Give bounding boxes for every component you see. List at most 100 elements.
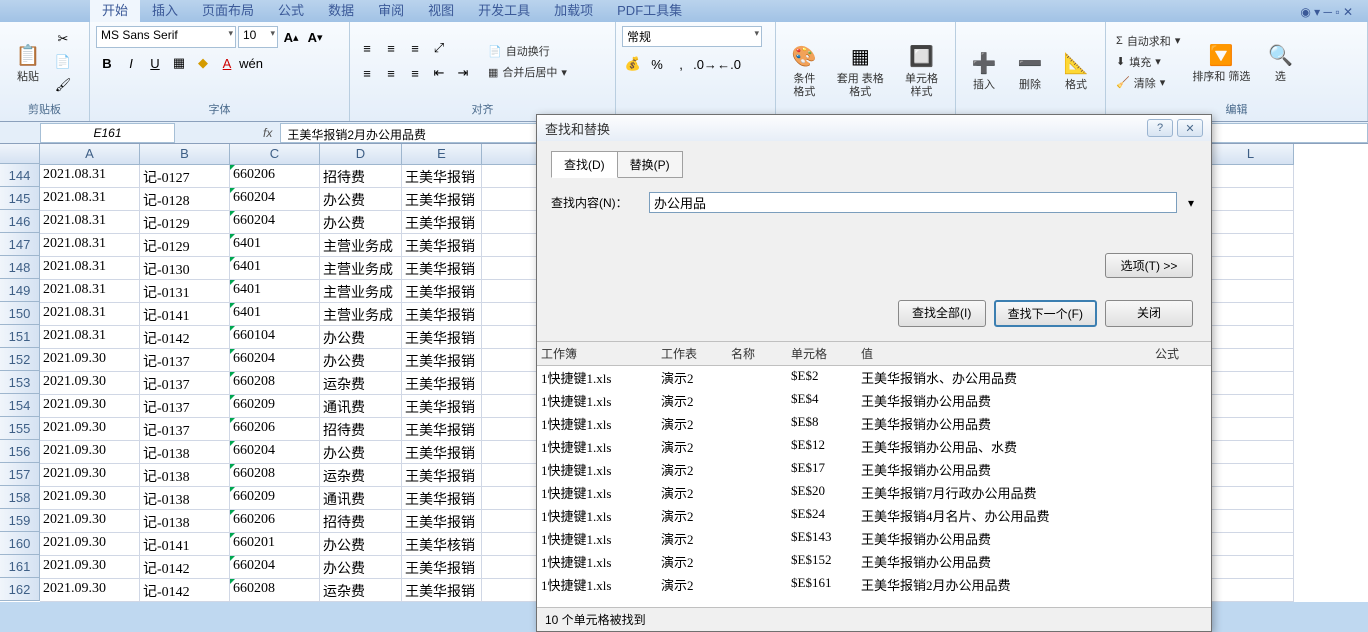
copy-button[interactable]: 📄	[52, 51, 74, 73]
cell[interactable]: 王美华报销	[402, 579, 482, 602]
find-all-button[interactable]: 查找全部(I)	[898, 300, 986, 327]
result-row[interactable]: 1快捷键1.xls演示2$E$4王美华报销办公用品费	[537, 389, 1211, 412]
tab-视图[interactable]: 视图	[416, 0, 466, 22]
cell[interactable]: 招待费	[320, 418, 402, 441]
cell[interactable]: 2021.09.30	[40, 441, 140, 464]
cell[interactable]: 660204	[230, 188, 320, 211]
find-next-button[interactable]: 查找下一个(F)	[994, 300, 1097, 327]
cell[interactable]: 记-0137	[140, 349, 230, 372]
cell[interactable]	[1208, 533, 1294, 556]
tab-数据[interactable]: 数据	[316, 0, 366, 22]
cell[interactable]: 2021.09.30	[40, 372, 140, 395]
cell[interactable]: 660204	[230, 211, 320, 234]
cell[interactable]: 660208	[230, 579, 320, 602]
cell[interactable]: 王美华报销	[402, 487, 482, 510]
cell[interactable]: 办公费	[320, 211, 402, 234]
align-left-button[interactable]: ≡	[356, 62, 378, 84]
cell[interactable]	[1208, 418, 1294, 441]
cell[interactable]: 6401	[230, 234, 320, 257]
cell[interactable]: 2021.09.30	[40, 349, 140, 372]
row-header[interactable]: 160	[0, 532, 40, 555]
cell[interactable]: 记-0142	[140, 556, 230, 579]
cell[interactable]: 660208	[230, 372, 320, 395]
name-box[interactable]: E161	[40, 123, 175, 143]
underline-button[interactable]: U	[144, 52, 166, 74]
cell[interactable]	[1208, 257, 1294, 280]
dialog-titlebar[interactable]: 查找和替换 ? ✕	[537, 115, 1211, 141]
cell[interactable]: 王美华报销	[402, 303, 482, 326]
cell[interactable]: 运杂费	[320, 372, 402, 395]
col-name[interactable]: 名称	[727, 345, 787, 362]
row-header[interactable]: 145	[0, 187, 40, 210]
cell[interactable]: 王美华报销	[402, 211, 482, 234]
tab-公式[interactable]: 公式	[266, 0, 316, 22]
cell-style-button[interactable]: 🔲单元格 样式	[894, 39, 949, 101]
cell[interactable]: 办公费	[320, 326, 402, 349]
orientation-button[interactable]: ⤢	[428, 37, 450, 59]
cell[interactable]: 2021.08.31	[40, 280, 140, 303]
cell[interactable]: 王美华报销	[402, 510, 482, 533]
result-row[interactable]: 1快捷键1.xls演示2$E$152王美华报销办公用品费	[537, 550, 1211, 573]
decrease-decimal-button[interactable]: ←.0	[718, 53, 740, 75]
cell[interactable]: 王美华报销	[402, 441, 482, 464]
fill-button[interactable]: ⬇ 填充 ▾	[1112, 52, 1184, 72]
row-header[interactable]: 162	[0, 578, 40, 601]
cell[interactable]	[1208, 303, 1294, 326]
cell[interactable]: 2021.09.30	[40, 510, 140, 533]
cell[interactable]: 办公费	[320, 556, 402, 579]
cell[interactable]: 王美华报销	[402, 326, 482, 349]
cell[interactable]: 通讯费	[320, 395, 402, 418]
cell[interactable]: 660206	[230, 510, 320, 533]
row-header[interactable]: 156	[0, 440, 40, 463]
col-header-C[interactable]: C	[230, 144, 320, 165]
row-header[interactable]: 147	[0, 233, 40, 256]
close-icon[interactable]: ✕	[1177, 119, 1203, 137]
clear-button[interactable]: 🧹 清除 ▾	[1112, 73, 1184, 93]
cell[interactable]: 660209	[230, 487, 320, 510]
result-row[interactable]: 1快捷键1.xls演示2$E$12王美华报销办公用品、水费	[537, 435, 1211, 458]
grow-font-button[interactable]: A▴	[280, 26, 302, 48]
help-button[interactable]: ?	[1147, 119, 1173, 137]
close-button[interactable]: 关闭	[1105, 300, 1193, 327]
cell[interactable]: 办公费	[320, 349, 402, 372]
decrease-indent-button[interactable]: ⇤	[428, 62, 450, 84]
cell[interactable]: 王美华报销	[402, 556, 482, 579]
row-header[interactable]: 155	[0, 417, 40, 440]
cell[interactable]: 办公费	[320, 188, 402, 211]
cell[interactable]: 660208	[230, 464, 320, 487]
cell[interactable]	[1208, 326, 1294, 349]
cell[interactable]: 招待费	[320, 510, 402, 533]
row-header[interactable]: 158	[0, 486, 40, 509]
sort-filter-button[interactable]: 🔽排序和 筛选	[1186, 37, 1256, 86]
col-cell[interactable]: 单元格	[787, 345, 857, 362]
cell[interactable]: 记-0141	[140, 533, 230, 556]
result-row[interactable]: 1快捷键1.xls演示2$E$143王美华报销办公用品费	[537, 527, 1211, 550]
row-header[interactable]: 154	[0, 394, 40, 417]
delete-cells-button[interactable]: ➖删除	[1008, 45, 1052, 94]
cell[interactable]: 主营业务成	[320, 303, 402, 326]
cell[interactable]: 记-0138	[140, 441, 230, 464]
cell[interactable]	[1208, 395, 1294, 418]
cell[interactable]: 2021.09.30	[40, 579, 140, 602]
cell[interactable]: 2021.09.30	[40, 395, 140, 418]
cell[interactable]: 王美华报销	[402, 395, 482, 418]
align-bottom-button[interactable]: ≡	[404, 37, 426, 59]
tab-开发工具[interactable]: 开发工具	[466, 0, 542, 22]
shrink-font-button[interactable]: A▾	[304, 26, 326, 48]
cell[interactable]: 记-0138	[140, 487, 230, 510]
result-row[interactable]: 1快捷键1.xls演示2$E$161王美华报销2月办公用品费	[537, 573, 1211, 596]
result-row[interactable]: 1快捷键1.xls演示2$E$2王美华报销水、办公用品费	[537, 366, 1211, 389]
cell[interactable]: 王美华报销	[402, 464, 482, 487]
format-painter-button[interactable]: 🖌	[52, 74, 74, 96]
align-middle-button[interactable]: ≡	[380, 37, 402, 59]
cell[interactable]: 王美华报销	[402, 418, 482, 441]
conditional-format-button[interactable]: 🎨条件格式	[782, 39, 827, 101]
cell[interactable]: 记-0142	[140, 579, 230, 602]
align-right-button[interactable]: ≡	[404, 62, 426, 84]
col-header-L[interactable]: L	[1208, 144, 1294, 165]
row-header[interactable]: 150	[0, 302, 40, 325]
col-header-D[interactable]: D	[320, 144, 402, 165]
cell[interactable]: 660209	[230, 395, 320, 418]
cell[interactable]: 2021.09.30	[40, 533, 140, 556]
row-header[interactable]: 149	[0, 279, 40, 302]
